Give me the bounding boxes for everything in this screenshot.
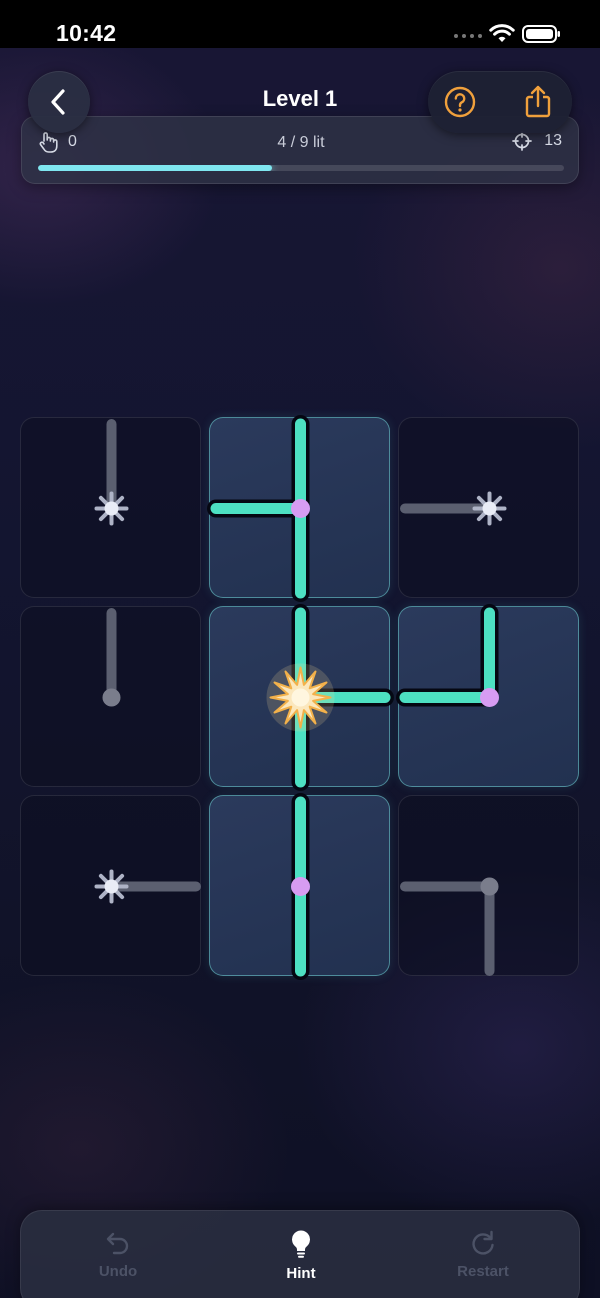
tile-r1-c2[interactable]: [396, 604, 579, 787]
bulb-spark-icon: [94, 869, 129, 904]
undo-icon: [106, 1232, 129, 1255]
pipe-graphic: [396, 604, 499, 707]
tile-r2-c0[interactable]: [20, 795, 201, 976]
target-counter: 13: [512, 131, 562, 151]
top-bar: Level 1: [0, 66, 600, 133]
endpoint-dot: [480, 877, 499, 896]
hint-button[interactable]: Hint: [241, 1229, 361, 1282]
wifi-icon: [489, 24, 515, 42]
target-value: 13: [544, 132, 562, 149]
pipe-graphic: [207, 415, 310, 602]
endpoint-dot: [102, 688, 121, 707]
pipe-graphic: [94, 869, 201, 904]
puzzle-board: [20, 415, 580, 980]
pipe-graphic: [266, 604, 394, 791]
pipe-graphic: [102, 608, 121, 707]
tile-r0-c1[interactable]: [207, 415, 390, 602]
pipe-graphic: [291, 793, 310, 980]
question-circle-icon: [444, 86, 476, 118]
pipe-graphic: [400, 877, 499, 976]
pipe-graphic: [400, 491, 507, 526]
battery-icon: [522, 25, 560, 43]
node-dot: [480, 688, 499, 707]
tile-r2-c1[interactable]: [209, 793, 390, 980]
lit-count: 4 / 9 lit: [277, 134, 325, 151]
crosshair-icon: [512, 131, 533, 151]
undo-button[interactable]: Undo: [58, 1229, 178, 1280]
help-button[interactable]: [444, 86, 476, 118]
bottom-toolbar: Undo Hint Restart: [20, 1210, 580, 1298]
node-dot: [291, 877, 310, 896]
restart-icon: [472, 1230, 494, 1255]
undo-label: Undo: [98, 1263, 138, 1280]
share-icon: [525, 85, 551, 118]
tile-r1-c1[interactable]: [209, 604, 394, 791]
node-dot: [291, 499, 310, 518]
bulb-spark-icon: [94, 491, 129, 526]
progress-bar-fill: [38, 165, 273, 171]
restart-label: Restart: [457, 1263, 509, 1280]
cellular-dots-icon: [454, 34, 482, 38]
lightbulb-icon: [292, 1230, 310, 1258]
bulb-spark-icon: [472, 491, 507, 526]
action-pill: [428, 71, 572, 133]
share-button[interactable]: [522, 85, 554, 118]
progress-bar: [38, 165, 564, 171]
tile-r0-c0[interactable]: [20, 417, 201, 598]
status-time: 10:42: [56, 20, 117, 46]
restart-button[interactable]: Restart: [423, 1229, 543, 1280]
tile-r0-c2[interactable]: [398, 417, 579, 598]
tile-r1-c0[interactable]: [20, 606, 201, 787]
status-bar: 10:42: [0, 0, 600, 48]
power-source-icon: [266, 663, 335, 732]
tile-r2-c2[interactable]: [398, 795, 579, 976]
pipe-graphic: [94, 419, 129, 526]
hint-label: Hint: [286, 1265, 316, 1282]
